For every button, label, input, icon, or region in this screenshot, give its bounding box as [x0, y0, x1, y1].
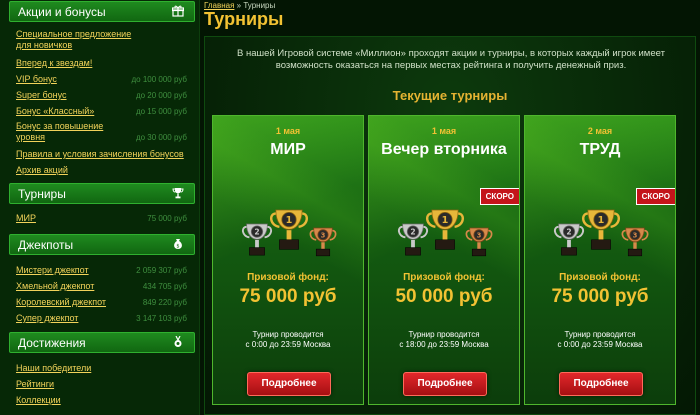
tournament-schedule: Турнир проводится с 0:00 до 23:59 Москва [213, 330, 363, 350]
trophies-svg: 2 3 1 [241, 209, 337, 257]
sidebar-item-super-bonus[interactable]: Super бонус [16, 90, 67, 101]
sidebar-header-promos[interactable]: Акции и бонусы [9, 1, 195, 22]
prize-fund-label: Призовой фонд: [247, 272, 329, 283]
trophy-cup: 3 [465, 227, 493, 257]
money-bag-icon: $ [172, 238, 184, 250]
trophies-image: 2 3 1 [387, 196, 503, 276]
trophies-image: 2 3 1 [543, 196, 659, 276]
sidebar-header-label: Турниры [18, 187, 66, 201]
svg-text:$: $ [176, 244, 179, 250]
sidebar-item-collections[interactable]: Коллекции [16, 395, 61, 406]
sidebar-item-value: 2 059 307 руб [136, 266, 187, 275]
schedule-line: с 0:00 до 23:59 Москва [245, 340, 331, 349]
sidebar-item-value: 3 147 103 руб [136, 314, 187, 323]
trophy-place-number: 1 [442, 215, 449, 226]
tournaments-panel: В нашей Игровой системе «Миллион» проход… [204, 36, 696, 415]
sidebar-item-super-jackpot[interactable]: Супер джекпот [16, 313, 78, 324]
prize-fund-value: 75 000 руб [551, 286, 649, 307]
trophy-cup: 1 [426, 209, 464, 250]
schedule-line: с 0:00 до 23:59 Москва [557, 340, 643, 349]
sidebar-item-mystery-jackpot[interactable]: Мистери джекпот [16, 265, 89, 276]
tournament-schedule: Турнир проводится с 0:00 до 23:59 Москва [525, 330, 675, 350]
gift-icon [171, 5, 185, 17]
sidebar-item-value: 849 220 руб [142, 298, 187, 307]
medal-icon [172, 335, 184, 348]
trophy-cup: 2 [553, 223, 585, 256]
tournament-name: МИР [270, 141, 306, 158]
trophy-place-number: 1 [598, 215, 605, 226]
more-button[interactable]: Подробнее [559, 372, 643, 396]
tournament-name: Вечер вторника [381, 141, 507, 158]
schedule-line: Турнир проводится [252, 330, 324, 339]
sidebar-item-value: до 30 000 руб [135, 133, 187, 142]
sidebar-item-royal-jackpot[interactable]: Королевский джекпот [16, 297, 106, 308]
trophy-place-number: 2 [566, 227, 571, 236]
trophy-place-number: 3 [321, 231, 326, 239]
trophies-svg: 2 3 1 [553, 209, 649, 257]
sidebar-item-classy-bonus[interactable]: Бонус «Классный» [16, 106, 94, 117]
sidebar-header-label: Достижения [18, 336, 86, 350]
more-button[interactable]: Подробнее [247, 372, 331, 396]
prize-fund-value: 75 000 руб [239, 286, 337, 307]
sidebar-item-promo-archive[interactable]: Архив акций [16, 165, 68, 176]
trophy-cup: 2 [241, 223, 273, 256]
sidebar-header-label: Акции и бонусы [18, 5, 106, 19]
sidebar-item-vip-bonus[interactable]: VIP бонус [16, 74, 57, 85]
page-title: Турниры [204, 9, 284, 29]
prize-fund-label: Призовой фонд: [403, 272, 485, 283]
tournament-card: 1 мая МИР 231 Призовой фонд: 75 000 руб … [212, 115, 364, 405]
prize-fund-label: Призовой фонд: [559, 272, 641, 283]
tournament-date: 1 мая [431, 126, 457, 136]
sidebar-item-value: 434 705 руб [142, 282, 187, 291]
trophy-cup: 3 [621, 227, 649, 257]
tournament-card: 2 мая ТРУД СКОРО 231 Призовой фонд: 75 0… [524, 115, 676, 405]
main-content: Главная » Турниры Турниры В нашей Игрово… [200, 0, 700, 415]
sidebar-header-label: Джекпоты [18, 238, 74, 252]
current-tournaments-title: Текущие турниры [392, 88, 508, 103]
trophies-image: 2 3 1 [231, 196, 347, 276]
trophy-place-number: 3 [633, 231, 638, 239]
sidebar-item-hop-jackpot[interactable]: Хмельной джекпот [16, 281, 94, 292]
sidebar-header-tournaments[interactable]: Турниры [9, 183, 195, 204]
trophy-place-number: 2 [410, 227, 415, 236]
sidebar-item-value: до 20 000 руб [135, 91, 187, 100]
tournament-schedule: Турнир проводится с 18:00 до 23:59 Москв… [369, 330, 519, 350]
trophy-cup: 1 [270, 209, 308, 250]
prize-fund-value: 50 000 руб [395, 286, 493, 307]
trophy-cup: 1 [582, 209, 620, 250]
sidebar-item-value: до 100 000 руб [131, 75, 187, 84]
trophy-icon [172, 187, 184, 199]
trophy-place-number: 2 [254, 227, 259, 236]
trophy-cup: 3 [309, 227, 337, 257]
sidebar-header-jackpots[interactable]: Джекпоты $ [9, 234, 195, 255]
schedule-line: Турнир проводится [408, 330, 480, 339]
tournament-date: 2 мая [587, 126, 613, 136]
trophy-place-number: 1 [286, 215, 293, 226]
sidebar-item-to-the-stars[interactable]: Вперед к звездам! [16, 58, 92, 69]
sidebar-item-bonus-rules[interactable]: Правила и условия зачисления бонусов [16, 149, 184, 160]
schedule-line: Турнир проводится [564, 330, 636, 339]
tournament-date: 1 мая [275, 126, 301, 136]
sidebar-item-level-bonus[interactable]: Бонус за повышение уровня [16, 121, 103, 143]
sidebar-item-winners[interactable]: Наши победители [16, 363, 91, 374]
tournament-name: ТРУД [579, 141, 621, 158]
sidebar-item-value: 75 000 руб [147, 214, 187, 223]
sidebar: Акции и бонусы Специальное предложение д… [0, 0, 200, 415]
trophies-svg: 2 3 1 [397, 209, 493, 257]
sidebar-item-ratings[interactable]: Рейтинги [16, 379, 54, 390]
trophy-place-number: 3 [477, 231, 482, 239]
trophy-cup: 2 [397, 223, 429, 256]
tournament-card: 1 мая Вечер вторника СКОРО 231 Призовой … [368, 115, 520, 405]
more-button[interactable]: Подробнее [403, 372, 487, 396]
sidebar-item-newbie-offer[interactable]: Специальное предложение для новичков [16, 29, 131, 51]
intro-text: В нашей Игровой системе «Миллион» проход… [237, 48, 665, 71]
sidebar-item-value: до 15 000 руб [135, 107, 187, 116]
sidebar-header-achievements[interactable]: Достижения [9, 332, 195, 353]
schedule-line: с 18:00 до 23:59 Москва [399, 340, 489, 349]
sidebar-item-tournament-mir[interactable]: МИР [16, 213, 36, 224]
